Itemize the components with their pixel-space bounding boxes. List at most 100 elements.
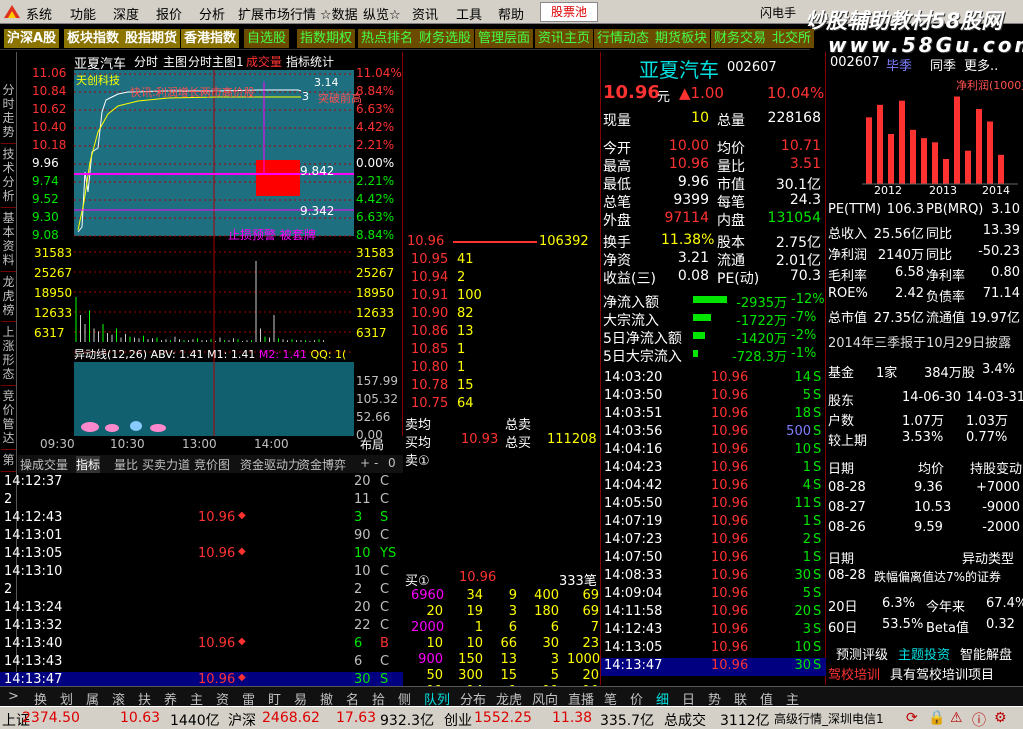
chart-tab[interactable]: 指标统计 <box>286 53 334 70</box>
nav-tab[interactable]: 板块指数 <box>64 29 123 48</box>
profit-bar <box>965 150 971 184</box>
subchart-tab[interactable]: 资金博弈 <box>298 456 346 473</box>
bottom-tab[interactable]: > <box>8 689 19 704</box>
nav-tab[interactable]: 资讯主页 <box>535 29 594 48</box>
trade-row[interactable]: 14:12:43 10.96 ◆ 3 S <box>0 510 403 528</box>
nav-tab[interactable]: 北交所 <box>769 29 815 48</box>
chart-tab[interactable]: 分时 <box>134 53 158 70</box>
f10-link[interactable]: 智能解盘 <box>960 644 1012 663</box>
trade-volume: 6 <box>354 636 363 651</box>
nav-tab[interactable]: 行情动态 <box>594 29 653 48</box>
trade-row[interactable]: 14:13:43 6 C <box>0 654 403 672</box>
nav-tab[interactable]: 期货板块 <box>652 29 711 48</box>
settings-icon[interactable]: ⚙ <box>994 710 1007 726</box>
tick-volume: 10 <box>794 640 811 655</box>
nav-tab[interactable]: 股指期货 <box>122 29 181 48</box>
nav-tab[interactable]: 指数期权 <box>297 29 356 48</box>
left-vertical-tab[interactable]: 上涨形态 <box>1 322 16 386</box>
nav-tab[interactable]: 沪深A股 <box>4 29 60 48</box>
tick-row[interactable]: 14:07:50 10.96 1 S <box>601 550 826 568</box>
nav-tab[interactable]: 财务选股 <box>416 29 475 48</box>
info-icon[interactable]: ⓘ <box>972 710 986 729</box>
subchart-control[interactable]: - <box>374 456 378 470</box>
subchart-tab[interactable]: 操 <box>20 456 32 473</box>
left-vertical-tab[interactable]: 技术分析 <box>1 144 16 208</box>
tick-row[interactable]: 14:03:56 10.96 500 S <box>601 424 826 442</box>
tick-price: 10.96 <box>711 640 749 655</box>
menu-item[interactable]: 帮助 <box>498 4 524 23</box>
menu-item[interactable]: 分析 <box>199 4 225 23</box>
tick-row[interactable]: 14:04:16 10.96 10 S <box>601 442 826 460</box>
menu-item[interactable]: 工具 <box>456 4 482 23</box>
profit-year: 2013 <box>929 184 957 197</box>
nav-tab[interactable]: 自选股 <box>244 29 290 48</box>
subchart-tab[interactable]: 竞价图 <box>194 456 230 473</box>
trade-row[interactable]: 2 2 C <box>0 582 403 600</box>
subchart-tab[interactable]: 资金驱动力 <box>240 456 300 473</box>
tick-row[interactable]: 14:07:19 10.96 1 S <box>601 514 826 532</box>
left-vertical-tab[interactable]: 第 <box>1 450 16 472</box>
left-vertical-tab[interactable]: 竞价管达 <box>1 386 16 450</box>
subchart-control[interactable]: + <box>360 456 370 470</box>
tick-row[interactable]: 14:04:42 10.96 4 S <box>601 478 826 496</box>
trade-row[interactable]: 14:13:01 90 C <box>0 528 403 546</box>
tick-row[interactable]: 14:05:50 10.96 11 S <box>601 496 826 514</box>
tick-row[interactable]: 14:04:23 10.96 1 S <box>601 460 826 478</box>
menu-item[interactable]: 深度 <box>113 4 139 23</box>
trade-row[interactable]: 14:13:05 10.96 ◆ 10 YS <box>0 546 403 564</box>
tick-volume: 20 <box>794 604 811 619</box>
trade-row[interactable]: 14:13:24 20 C <box>0 600 403 618</box>
f10-tag[interactable]: 驾校培训 <box>828 664 880 683</box>
trade-kind: C <box>380 582 390 597</box>
chart-tab[interactable]: 主图 <box>163 53 187 70</box>
tick-row[interactable]: 14:03:20 10.96 14 S <box>601 370 826 388</box>
profit-bar <box>943 159 949 184</box>
tick-row[interactable]: 14:09:04 10.96 5 S <box>601 586 826 604</box>
stock-pool-button[interactable]: 股票池 <box>540 2 598 22</box>
subchart-tab[interactable]: 买卖力道 <box>142 456 190 473</box>
menu-item[interactable]: 纵览☆ <box>363 4 401 23</box>
nav-tab[interactable]: 财务交易 <box>711 29 770 48</box>
subchart-tab[interactable]: 量比 <box>114 456 138 473</box>
trade-row[interactable]: 14:13:10 10 C <box>0 564 403 582</box>
tick-row[interactable]: 14:03:50 10.96 5 S <box>601 388 826 406</box>
menu-item[interactable]: ☆数据 <box>320 4 358 23</box>
ob-queue-cell: 20 <box>426 604 443 619</box>
refresh-icon[interactable]: ⟳ <box>906 710 918 726</box>
menu-item[interactable]: 扩展市场行情 <box>238 4 316 23</box>
subchart-tab[interactable]: 成交量 <box>32 456 68 473</box>
left-vertical-tab[interactable]: 龙虎榜 <box>1 272 16 322</box>
f10-link[interactable]: 主题投资 <box>898 644 950 663</box>
trade-row[interactable]: 14:13:32 22 C <box>0 618 403 636</box>
menu-item[interactable]: 功能 <box>70 4 96 23</box>
trade-row[interactable]: 14:12:37 20 C <box>0 474 403 492</box>
trade-ticker-list[interactable]: 14:12:37 20 C 2 11 C 14:12:43 10.96 ◆ 3 S 14:13:01 9… <box>0 473 403 690</box>
tick-volume: 1 <box>802 550 811 565</box>
chart-tab[interactable]: 成交量 <box>246 53 282 70</box>
alert-icon[interactable]: ⚠ <box>950 710 963 726</box>
tick-row[interactable]: 14:13:47 10.96 30 S <box>601 658 826 676</box>
trade-row[interactable]: 2 11 C <box>0 492 403 510</box>
lock-icon[interactable]: 🔒 <box>928 710 945 726</box>
tick-row[interactable]: 14:03:51 10.96 18 S <box>601 406 826 424</box>
nav-tab[interactable]: 香港指数 <box>181 29 240 48</box>
tick-row[interactable]: 14:13:05 10.96 10 S <box>601 640 826 658</box>
tick-row[interactable]: 14:12:43 10.96 3 S <box>601 622 826 640</box>
menu-item[interactable]: 报价 <box>156 4 182 23</box>
tick-row[interactable]: 14:08:33 10.96 30 S <box>601 568 826 586</box>
nav-tab[interactable]: 管理层面 <box>475 29 534 48</box>
intraday-chart[interactable]: 亚夏汽车 分时 主图 分时主图1 成交量 指标统计 天创科技 快讯:利润增长两市高价股 … <box>18 52 403 452</box>
tick-row[interactable]: 14:11:58 10.96 20 S <box>601 604 826 622</box>
subchart-tab[interactable]: 指标 <box>76 456 101 473</box>
trade-row[interactable]: 14:13:40 10.96 ◆ 6 B <box>0 636 403 654</box>
nav-tab[interactable]: 热点排名 <box>358 29 417 48</box>
menu-item[interactable]: 资讯 <box>412 4 438 23</box>
f10-link[interactable]: 预测评级 <box>836 644 888 663</box>
left-vertical-tab[interactable]: 分时走势 <box>1 80 16 144</box>
tick-row[interactable]: 14:07:23 10.96 2 S <box>601 532 826 550</box>
subchart-control[interactable]: 0 <box>388 456 396 470</box>
left-vertical-tab[interactable]: 基本资料 <box>1 208 16 272</box>
chart-tab[interactable]: 分时主图1 <box>188 53 244 70</box>
layout-button[interactable]: 布局 <box>360 436 384 453</box>
menu-item[interactable]: 系统 <box>26 4 52 23</box>
